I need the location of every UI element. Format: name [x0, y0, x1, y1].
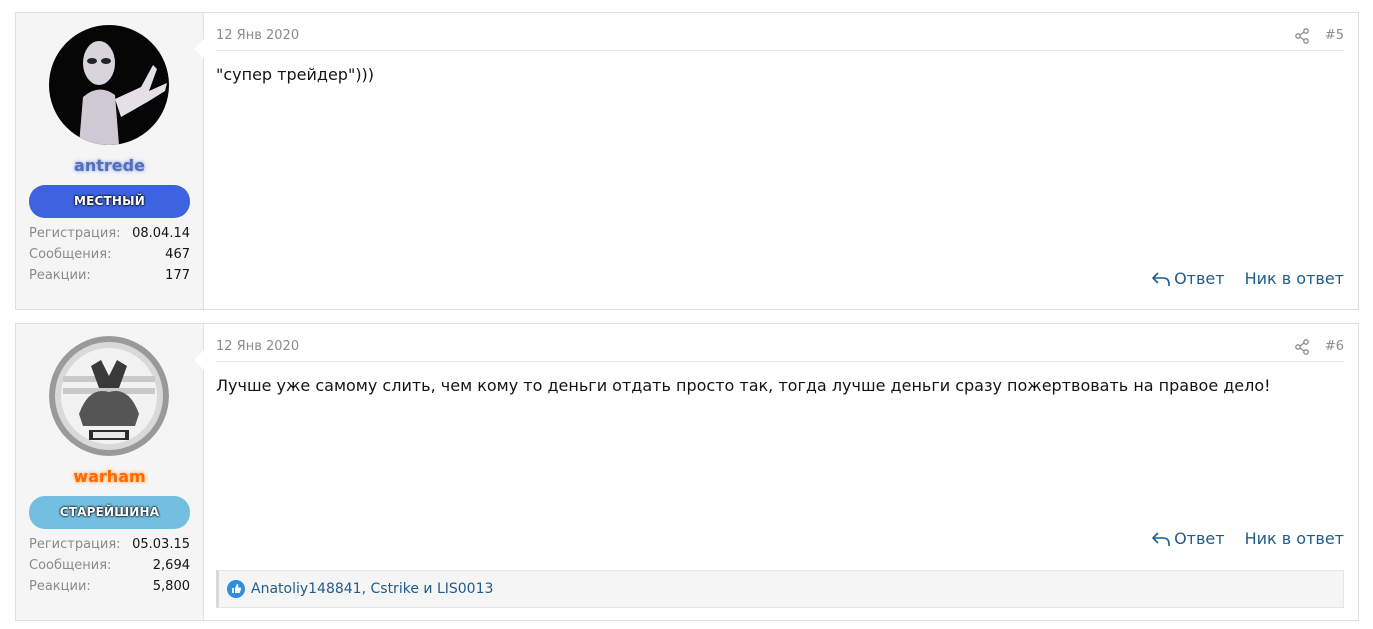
post-body: "супер трейдер"))): [216, 65, 375, 84]
post: antrede МЕСТНЫЙ Регистрация: 08.04.14 Со…: [15, 12, 1359, 310]
post-content: 12 Янв 2020 #6 Лучше уже самому слить, ч…: [204, 324, 1358, 620]
reply-icon: [1152, 271, 1170, 286]
quote-nick-button[interactable]: Ник в ответ: [1245, 529, 1344, 548]
reply-button[interactable]: Ответ: [1151, 269, 1225, 288]
reaction-conjunction: и: [418, 581, 437, 597]
post-body: Лучше уже самому слить, чем кому то день…: [216, 376, 1271, 395]
stat-label: Реакции:: [29, 268, 91, 283]
post-actions: Ответ Ник в ответ: [1151, 269, 1344, 288]
avatar[interactable]: [49, 336, 169, 456]
stat-value: 2,694: [152, 558, 190, 573]
reactions-list: Anatoliy148841, Cstrike и LIS0013: [251, 581, 493, 597]
like-icon[interactable]: [227, 580, 245, 598]
quote-nick-button[interactable]: Ник в ответ: [1245, 269, 1344, 288]
stat-value: 177: [165, 268, 190, 283]
user-title-badge: СТАРЕЙШИНА: [29, 496, 190, 529]
reactions-bar: Anatoliy148841, Cstrike и LIS0013: [216, 570, 1344, 608]
reply-button[interactable]: Ответ: [1151, 529, 1225, 548]
reaction-user[interactable]: LIS0013: [437, 581, 493, 597]
stat-label: Сообщения:: [29, 247, 112, 262]
stat-registration: Регистрация: 05.03.15: [29, 534, 190, 555]
user-info-panel: warham СТАРЕЙШИНА Регистрация: 05.03.15 …: [16, 324, 204, 620]
user-info-panel: antrede МЕСТНЫЙ Регистрация: 08.04.14 Со…: [16, 13, 204, 309]
stat-label: Регистрация:: [29, 537, 121, 552]
username[interactable]: antrede: [16, 156, 203, 175]
post-date[interactable]: 12 Янв 2020: [216, 28, 299, 43]
share-icon[interactable]: [1294, 339, 1310, 355]
reaction-user[interactable]: Cstrike: [371, 581, 419, 597]
stat-messages: Сообщения: 2,694: [29, 555, 190, 576]
stat-registration: Регистрация: 08.04.14: [29, 223, 190, 244]
stat-label: Реакции:: [29, 579, 91, 594]
user-stats: Регистрация: 05.03.15 Сообщения: 2,694 Р…: [29, 534, 190, 597]
post-number[interactable]: #5: [1325, 28, 1344, 43]
reaction-separator: ,: [361, 581, 371, 597]
reply-label: Ответ: [1174, 269, 1225, 288]
stat-messages: Сообщения: 467: [29, 244, 190, 265]
user-stats: Регистрация: 08.04.14 Сообщения: 467 Реа…: [29, 223, 190, 286]
stat-value: 5,800: [152, 579, 190, 594]
post-header: 12 Янв 2020 #6: [216, 336, 1344, 362]
stat-reactions: Реакции: 177: [29, 265, 190, 286]
stat-reactions: Реакции: 5,800: [29, 576, 190, 597]
stat-value: 05.03.15: [132, 537, 190, 552]
post: warham СТАРЕЙШИНА Регистрация: 05.03.15 …: [15, 323, 1359, 621]
post-header: 12 Янв 2020 #5: [216, 25, 1344, 51]
post-actions: Ответ Ник в ответ: [1151, 529, 1344, 548]
user-title-badge: МЕСТНЫЙ: [29, 185, 190, 218]
stat-label: Сообщения:: [29, 558, 112, 573]
share-icon[interactable]: [1294, 28, 1310, 44]
avatar[interactable]: [49, 25, 169, 145]
post-content: 12 Янв 2020 #5 "супер трейдер"))) Ответ …: [204, 13, 1358, 309]
reply-label: Ответ: [1174, 529, 1225, 548]
post-number[interactable]: #6: [1325, 339, 1344, 354]
reaction-user[interactable]: Anatoliy148841: [251, 581, 362, 597]
post-date[interactable]: 12 Янв 2020: [216, 339, 299, 354]
username[interactable]: warham: [16, 467, 203, 486]
reply-icon: [1152, 531, 1170, 546]
stat-value: 467: [165, 247, 190, 262]
stat-label: Регистрация:: [29, 226, 121, 241]
stat-value: 08.04.14: [132, 226, 190, 241]
